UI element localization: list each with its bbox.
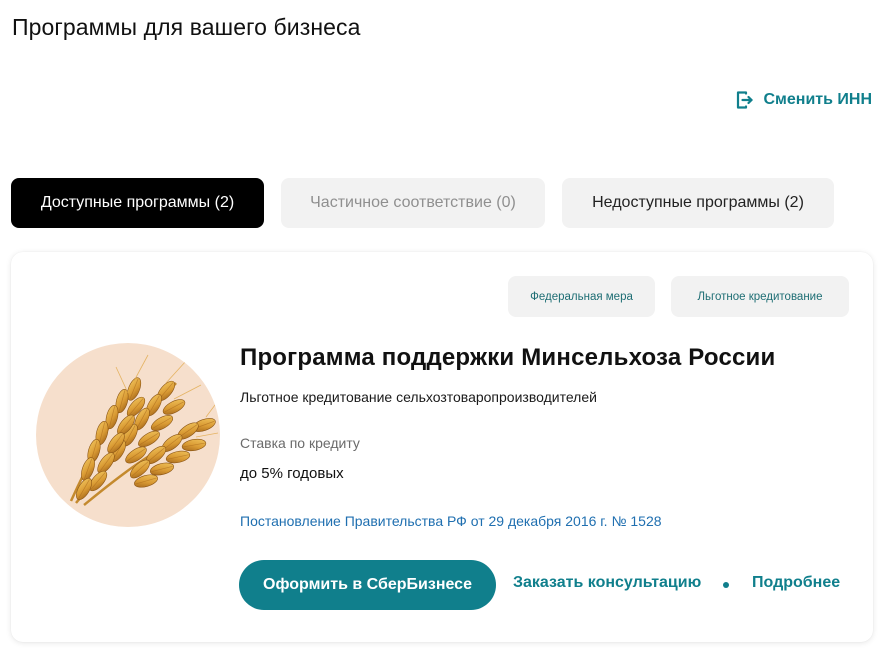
program-title: Программа поддержки Минсельхоза России <box>240 344 776 371</box>
rate-label: Ставка по кредиту <box>240 435 360 451</box>
logout-icon <box>736 90 754 110</box>
tab-available-programs[interactable]: Доступные программы (2) <box>11 178 264 228</box>
program-tabs: Доступные программы (2) Частичное соотве… <box>11 178 834 228</box>
tab-unavailable-programs[interactable]: Недоступные программы (2) <box>562 178 834 228</box>
more-details-link[interactable]: Подробнее <box>752 574 840 592</box>
tab-partial-match[interactable]: Частичное соответствие (0) <box>281 178 545 228</box>
decree-link[interactable]: Постановление Правительства РФ от 29 дек… <box>240 513 662 529</box>
program-image <box>36 343 220 527</box>
change-inn-label: Сменить ИНН <box>763 91 872 108</box>
wheat-icon <box>69 354 219 506</box>
separator-dot <box>723 582 729 588</box>
badge-preferential-credit: Льготное кредитование <box>671 276 849 317</box>
change-inn-button[interactable]: Сменить ИНН <box>736 90 872 110</box>
page-title: Программы для вашего бизнеса <box>12 14 361 40</box>
order-consultation-link[interactable]: Заказать консультацию <box>513 574 701 592</box>
badge-federal-measure: Федеральная мера <box>508 276 655 317</box>
program-card: Федеральная мера Льготное кредитование П… <box>11 252 873 642</box>
program-subtitle: Льготное кредитование сельхозтоваропроиз… <box>240 389 597 405</box>
apply-sberbusiness-button[interactable]: Оформить в СберБизнесе <box>239 560 496 610</box>
rate-value: до 5% годовых <box>240 465 344 482</box>
program-badges: Федеральная мера Льготное кредитование <box>508 276 849 317</box>
